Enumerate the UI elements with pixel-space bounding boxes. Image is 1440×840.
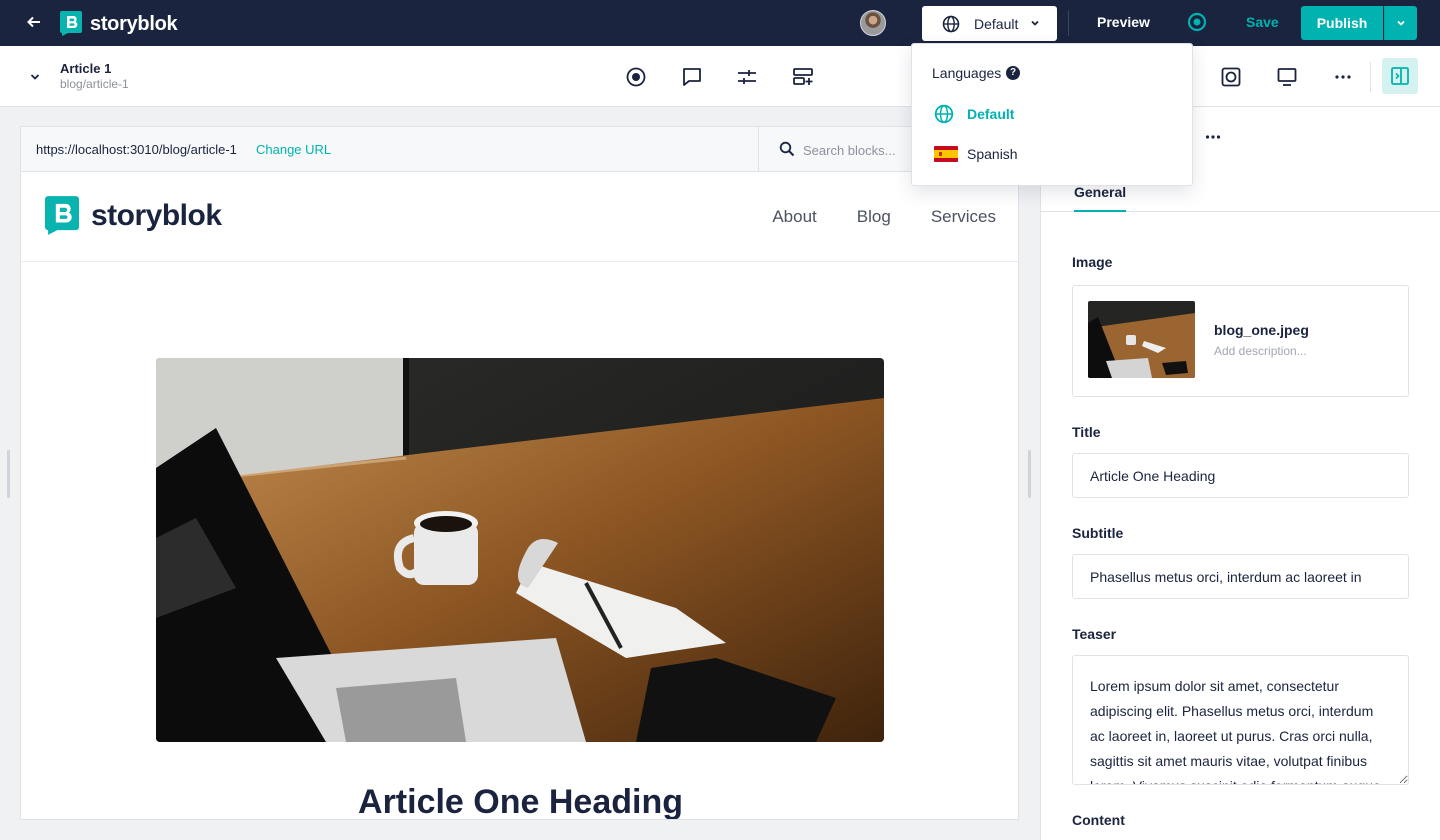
site-nav: About Blog Services [772,207,996,227]
language-option-label: Spanish [967,146,1018,162]
divider [1370,62,1371,92]
preview-url: https://localhost:3010/blog/article-1 [36,142,237,157]
language-selector-button[interactable]: Default [922,6,1057,41]
more-options-icon[interactable] [1203,127,1223,147]
image-field-label: Image [1072,254,1113,270]
article-heading: Article One Heading [358,783,683,820]
preview-url-bar: https://localhost:3010/blog/article-1 Ch… [21,127,1018,172]
chevron-down-icon [1397,20,1405,26]
user-avatar[interactable] [860,10,886,36]
site-header: storyblok About Blog Services [21,172,1018,262]
more-options-icon[interactable] [1332,66,1354,88]
back-arrow-icon[interactable] [20,12,48,34]
top-bar: storyblok Default Preview Save Publish [0,0,1440,46]
content-field-label: Content [1072,812,1125,828]
story-title: Article 1 [60,61,112,76]
right-resize-handle[interactable] [1028,450,1031,498]
help-icon[interactable]: ? [1006,66,1020,80]
image-thumbnail [1088,301,1195,378]
subtitle-field-label: Subtitle [1072,525,1124,541]
preview-frame[interactable]: https://localhost:3010/blog/article-1 Ch… [20,126,1019,820]
globe-icon [942,15,960,32]
nav-about-link[interactable]: About [772,207,816,227]
record-icon[interactable] [625,66,647,88]
spain-flag-icon [934,146,958,162]
site-logo[interactable]: storyblok [45,196,222,235]
comment-icon[interactable] [681,66,703,88]
title-field-label: Title [1072,424,1101,440]
chevron-down-icon[interactable] [28,70,42,84]
subtitle-input[interactable] [1072,554,1409,599]
add-block-icon[interactable] [792,66,814,88]
sliders-icon[interactable] [736,66,758,88]
screenshot-icon[interactable] [1220,66,1242,88]
content-editor-panel: General Image blog_one.jpeg Add descript… [1040,107,1440,840]
nav-services-link[interactable]: Services [931,207,996,227]
nav-blog-link[interactable]: Blog [857,207,891,227]
language-selected-label: Default [974,15,1019,32]
storyblok-logo[interactable]: storyblok [60,11,178,36]
image-filename: blog_one.jpeg [1214,322,1309,338]
chevron-down-icon [1031,20,1039,26]
languages-dropdown: Languages ? Default Spanish [911,43,1193,186]
image-description[interactable]: Add description... [1214,344,1307,358]
languages-title: Languages [932,65,1002,81]
left-resize-handle[interactable] [7,450,10,498]
preview-button[interactable]: Preview [1097,14,1150,30]
language-option-spanish[interactable]: Spanish [912,134,1192,174]
storyblok-mark-icon [45,196,79,235]
tab-general[interactable]: General [1074,184,1127,212]
side-panel-icon [1391,67,1409,85]
teaser-textarea[interactable]: Lorem ipsum dolor sit amet, consectetur … [1072,655,1409,785]
language-option-default[interactable]: Default [912,94,1192,134]
story-toolbar: Article 1 blog/article-1 [0,46,1440,107]
language-option-label: Default [967,106,1015,122]
storyblok-mark-icon [60,11,82,36]
brand-name: storyblok [90,12,178,35]
search-icon [779,141,795,157]
globe-icon [934,104,954,124]
target-icon[interactable] [1187,12,1207,32]
laptop-coffee-photo [156,358,884,742]
image-asset-field[interactable]: blog_one.jpeg Add description... [1072,285,1409,397]
hero-image[interactable] [156,358,884,742]
publish-button[interactable]: Publish [1301,6,1383,40]
teaser-field-label: Teaser [1072,626,1117,642]
story-slug: blog/article-1 [60,77,129,91]
title-input[interactable] [1072,453,1409,498]
image-thumbnail-photo [1088,301,1195,378]
publish-options-button[interactable] [1384,6,1417,40]
desktop-view-icon[interactable] [1276,66,1298,88]
toggle-panel-button[interactable] [1382,58,1418,94]
save-button[interactable]: Save [1246,14,1279,30]
divider [1068,10,1069,36]
change-url-link[interactable]: Change URL [256,142,331,157]
site-brand-name: storyblok [91,198,222,232]
